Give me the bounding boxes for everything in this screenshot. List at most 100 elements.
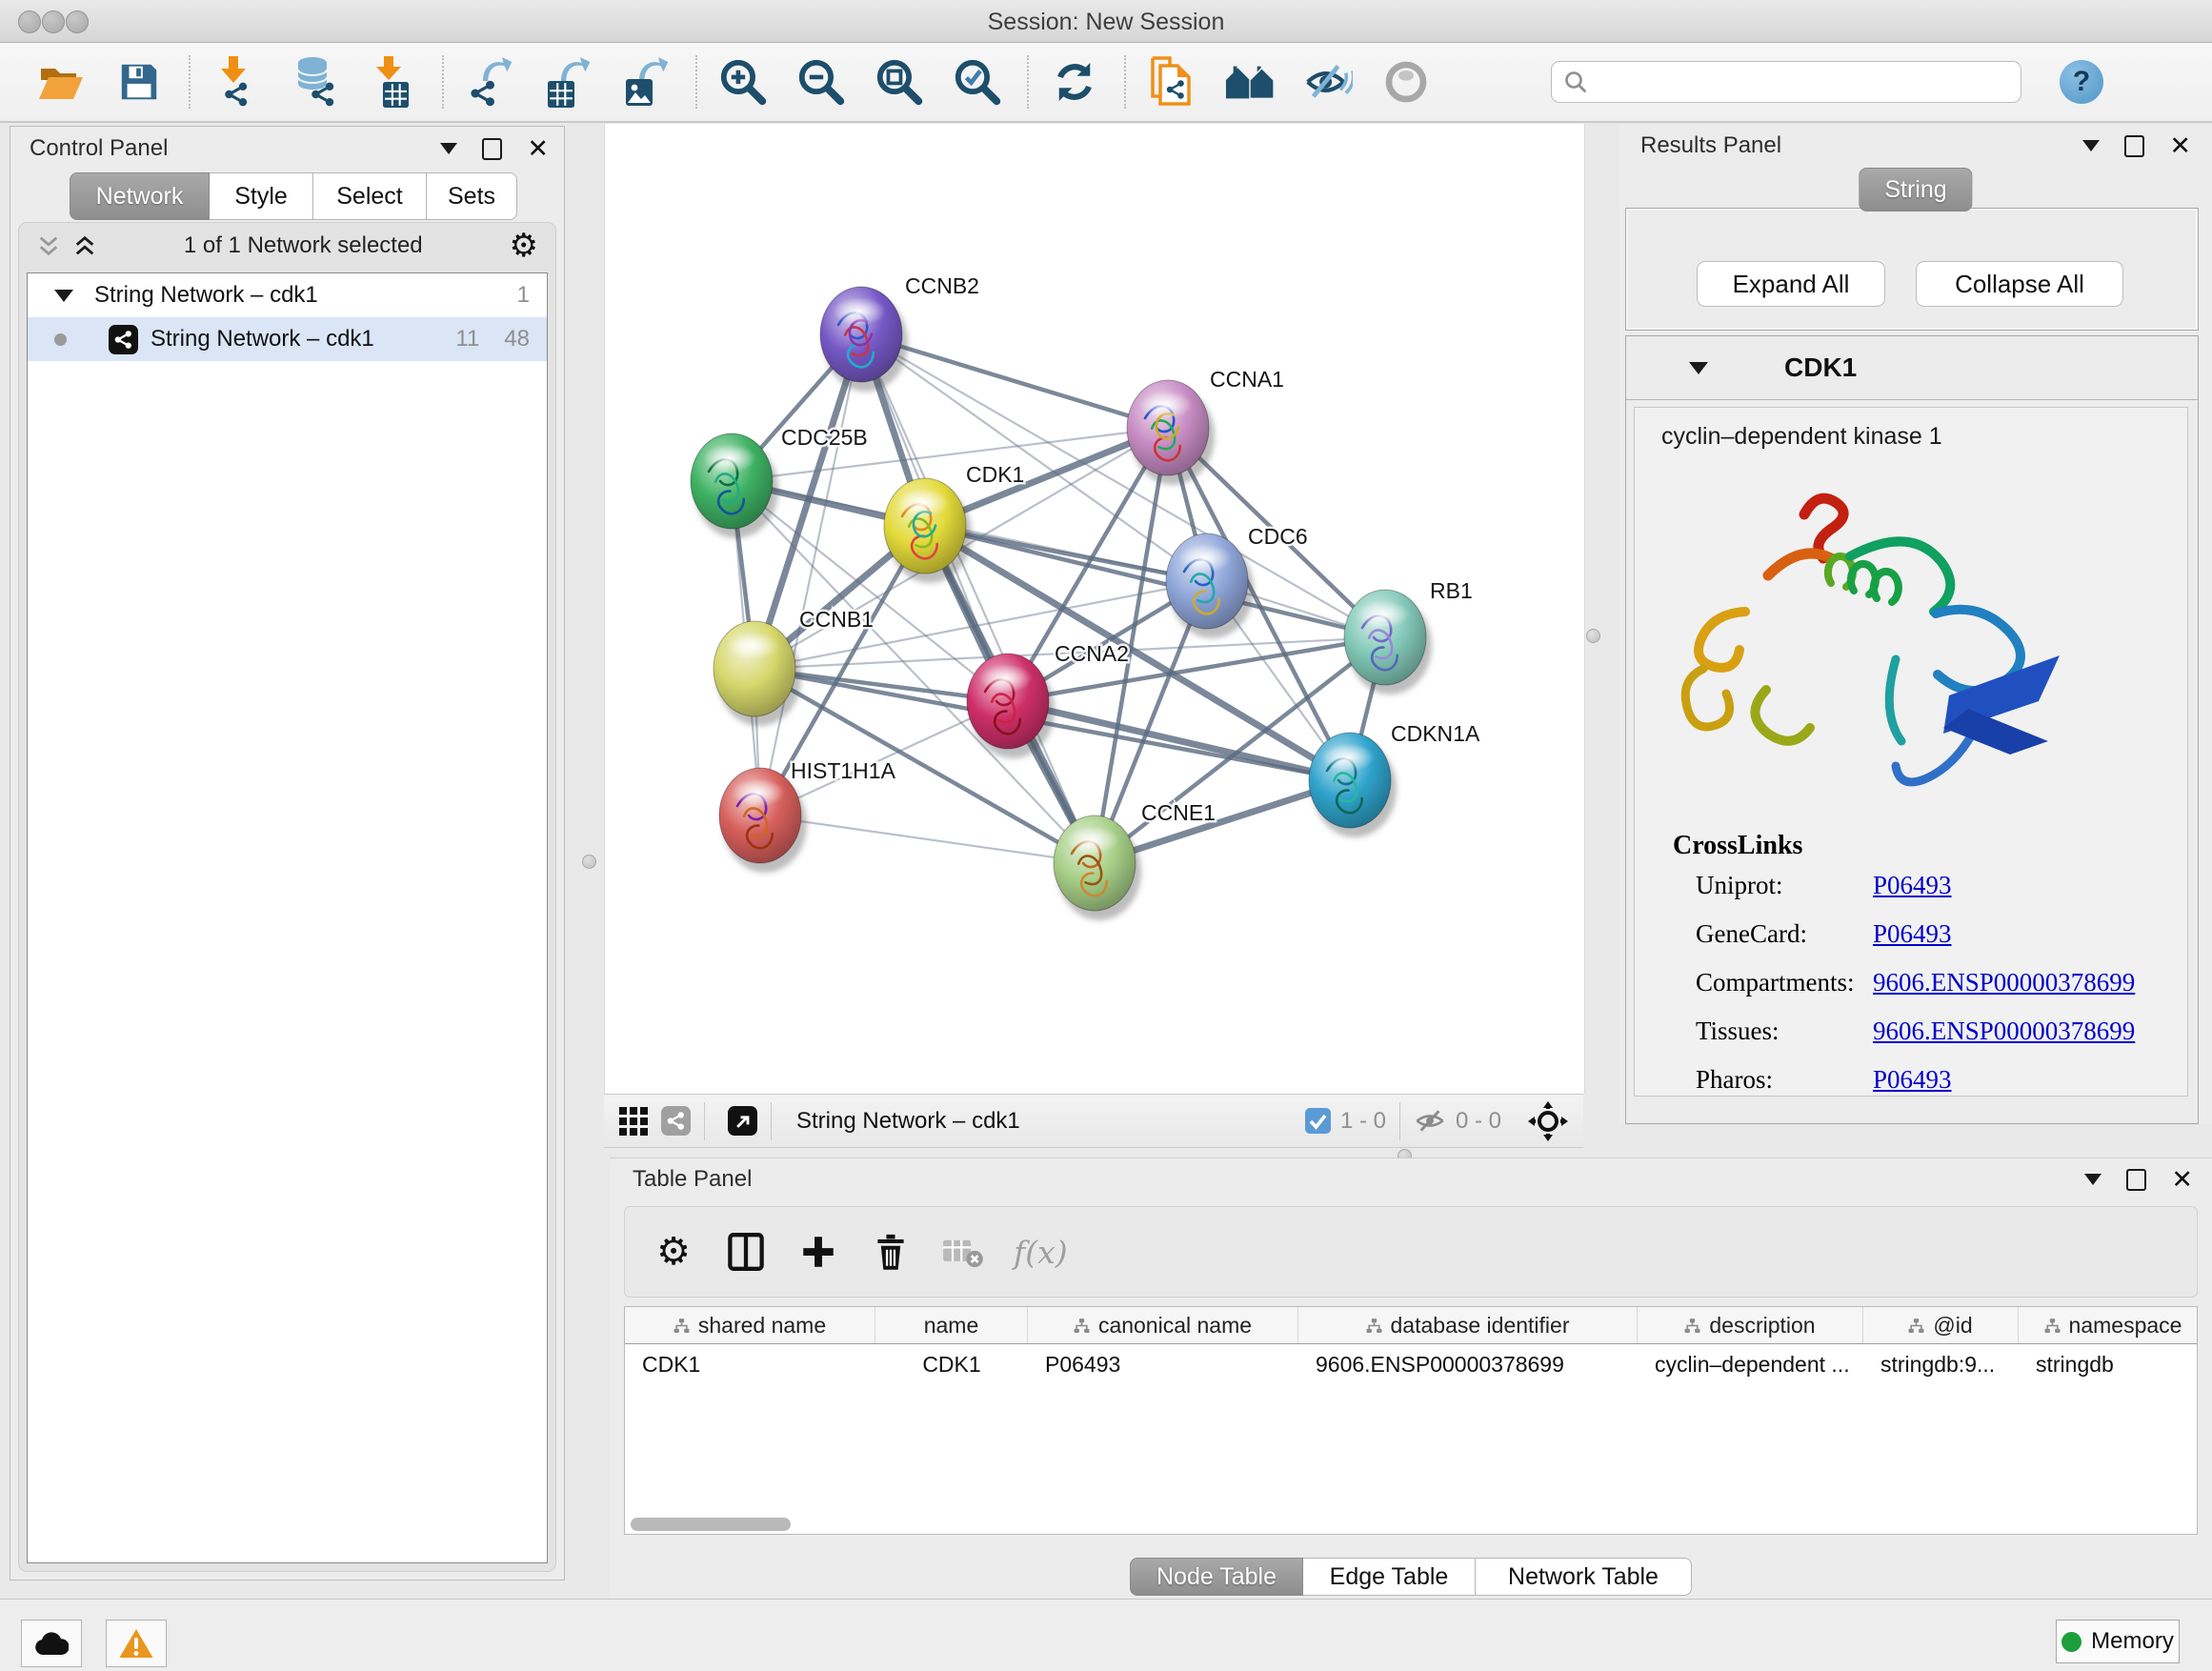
delete-column-icon[interactable] xyxy=(869,1230,913,1274)
table-cell[interactable]: stringdb:9... xyxy=(1863,1344,2019,1384)
detach-view-icon[interactable] xyxy=(728,1106,757,1136)
string-view-icon[interactable] xyxy=(661,1106,691,1136)
network-options-gear-icon[interactable]: ⚙ xyxy=(510,227,538,265)
network-row[interactable]: String Network – cdk1 11 48 xyxy=(28,317,547,361)
search-input[interactable] xyxy=(1596,64,2021,100)
network-canvas[interactable]: CCNB2CCNA1CDC25BCDK1CDC6RB1CCNB1CCNA2CDK… xyxy=(604,124,1585,1094)
column-header-name[interactable]: name xyxy=(875,1307,1028,1343)
tab-network[interactable]: Network xyxy=(70,172,210,220)
network-edge-CCNB2-HIST1H1A[interactable] xyxy=(760,334,861,815)
table-options-gear-icon[interactable]: ⚙ xyxy=(652,1230,695,1274)
zoom-out-icon[interactable] xyxy=(796,55,846,109)
splitter-handle-right[interactable] xyxy=(1586,629,1600,643)
tab-edge-table[interactable]: Edge Table xyxy=(1303,1558,1476,1596)
column-header-namespace[interactable]: namespace xyxy=(2019,1307,2198,1343)
home-icon[interactable] xyxy=(1225,55,1275,109)
network-node-CCNE1[interactable] xyxy=(1054,815,1141,920)
table-cell[interactable]: CDK1 xyxy=(875,1344,1028,1384)
refresh-icon[interactable] xyxy=(1050,55,1099,109)
network-edge-CCNA2-CDKN1A[interactable] xyxy=(1008,701,1350,780)
tab-node-table[interactable]: Node Table xyxy=(1130,1558,1303,1596)
network-node-CCNA1[interactable] xyxy=(1127,380,1215,485)
column-header-canonical-name[interactable]: canonical name xyxy=(1028,1307,1298,1343)
table-cell[interactable]: 9606.ENSP00000378699 xyxy=(1298,1344,1638,1384)
panel-menu-icon[interactable] xyxy=(440,143,457,154)
network-node-CDC25B[interactable] xyxy=(691,433,778,538)
table-cell[interactable]: stringdb xyxy=(2019,1344,2198,1384)
panel-close-icon[interactable]: ✕ xyxy=(2171,1167,2193,1193)
show-all-icon[interactable] xyxy=(1381,55,1431,109)
collapse-triangle-icon[interactable] xyxy=(1689,362,1708,374)
table-horizontal-scrollbar[interactable] xyxy=(631,1518,791,1531)
column-header-database-identifier[interactable]: database identifier xyxy=(1298,1307,1638,1343)
network-node-CDK1[interactable] xyxy=(884,478,972,583)
import-network-file-icon[interactable] xyxy=(211,55,261,109)
network-node-HIST1H1A[interactable] xyxy=(719,768,807,873)
collapse-all-networks-icon[interactable] xyxy=(36,233,61,258)
network-edge-CDK1-RB1[interactable] xyxy=(925,526,1385,637)
search-box[interactable] xyxy=(1551,61,2021,103)
panel-float-icon[interactable] xyxy=(482,138,502,160)
crosslink-link[interactable]: P06493 xyxy=(1873,919,1952,949)
column-header--id[interactable]: @id xyxy=(1863,1307,2019,1343)
warnings-button[interactable] xyxy=(106,1620,167,1667)
network-node-CDKN1A[interactable] xyxy=(1309,733,1397,837)
hide-unselected-icon[interactable] xyxy=(1303,55,1353,109)
cloud-status-button[interactable] xyxy=(21,1620,82,1667)
help-button[interactable]: ? xyxy=(2060,60,2103,104)
show-columns-icon[interactable] xyxy=(724,1230,768,1274)
export-image-icon[interactable] xyxy=(621,55,671,109)
import-network-database-icon[interactable] xyxy=(290,55,339,109)
network-edge-HIST1H1A-CCNE1[interactable] xyxy=(760,815,1095,863)
zoom-in-icon[interactable] xyxy=(718,55,768,109)
network-node-RB1[interactable] xyxy=(1344,590,1432,695)
tab-sets[interactable]: Sets xyxy=(427,172,517,220)
birds-eye-view-icon[interactable] xyxy=(619,1107,648,1136)
network-node-CCNB2[interactable] xyxy=(820,287,908,392)
table-cell[interactable]: cyclin–dependent ... xyxy=(1638,1344,1863,1384)
tab-network-table[interactable]: Network Table xyxy=(1476,1558,1692,1596)
export-table-icon[interactable] xyxy=(543,55,593,109)
titlebar: Session: New Session xyxy=(0,0,2212,43)
table-panel: Table Panel ✕ ⚙ xyxy=(610,1158,2212,1599)
zoom-selected-icon[interactable] xyxy=(953,55,1002,109)
panel-close-icon[interactable]: ✕ xyxy=(527,136,549,162)
zoom-fit-icon[interactable] xyxy=(875,55,924,109)
create-column-icon[interactable] xyxy=(796,1230,840,1274)
tab-string[interactable]: String xyxy=(1859,168,1972,211)
network-collection-row[interactable]: String Network – cdk1 1 xyxy=(28,273,547,317)
tab-style[interactable]: Style xyxy=(210,172,313,220)
crosslink-link[interactable]: P06493 xyxy=(1873,1065,1952,1095)
column-header-description[interactable]: description xyxy=(1638,1307,1863,1343)
hidden-eye-icon[interactable] xyxy=(1414,1108,1446,1134)
protein-card-header[interactable]: CDK1 xyxy=(1626,336,2198,400)
panel-close-icon[interactable]: ✕ xyxy=(2169,133,2191,159)
crosslink-link[interactable]: 9606.ENSP00000378699 xyxy=(1873,1017,2135,1046)
crosslink-link[interactable]: 9606.ENSP00000378699 xyxy=(1873,968,2135,997)
table-cell[interactable]: CDK1 xyxy=(625,1344,875,1384)
splitter-handle-left[interactable] xyxy=(582,855,596,869)
panel-float-icon[interactable] xyxy=(2126,1169,2146,1191)
network-edge-CCNB2-CCNE1[interactable] xyxy=(861,334,1095,863)
panel-menu-icon[interactable] xyxy=(2084,1174,2101,1185)
crosslink-link[interactable]: P06493 xyxy=(1873,871,1952,900)
expand-all-button[interactable]: Expand All xyxy=(1697,261,1885,307)
panel-float-icon[interactable] xyxy=(2124,135,2144,157)
open-in-browser-icon[interactable] xyxy=(1147,55,1196,109)
collapse-triangle-icon[interactable] xyxy=(54,290,73,302)
tab-select[interactable]: Select xyxy=(313,172,427,220)
memory-button[interactable]: Memory xyxy=(2056,1620,2180,1663)
save-session-icon[interactable] xyxy=(114,55,164,109)
panel-menu-icon[interactable] xyxy=(2082,140,2100,151)
open-session-icon[interactable] xyxy=(36,55,86,109)
import-table-file-icon[interactable] xyxy=(368,55,417,109)
export-network-icon[interactable] xyxy=(465,55,514,109)
expand-all-networks-icon[interactable] xyxy=(72,233,97,258)
table-row[interactable]: CDK1CDK1P064939606.ENSP00000378699cyclin… xyxy=(625,1344,2197,1384)
selected-checkbox-icon[interactable] xyxy=(1305,1108,1331,1134)
network-node-CDC6[interactable] xyxy=(1166,534,1254,638)
collapse-all-button[interactable]: Collapse All xyxy=(1916,261,2123,307)
fit-crosshair-icon[interactable] xyxy=(1528,1101,1568,1141)
table-cell[interactable]: P06493 xyxy=(1028,1344,1298,1384)
column-header-shared-name[interactable]: shared name xyxy=(625,1307,875,1343)
